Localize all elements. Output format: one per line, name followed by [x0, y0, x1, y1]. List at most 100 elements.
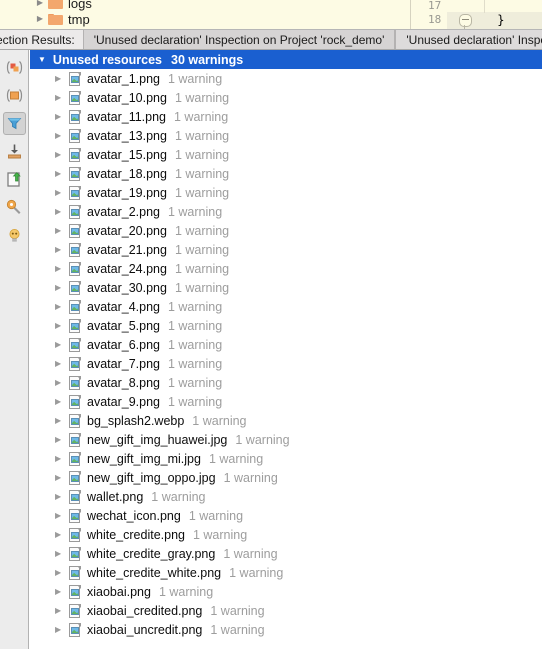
chevron-down-icon[interactable]: ▼	[38, 55, 46, 64]
image-file-icon	[68, 71, 81, 86]
chevron-right-icon[interactable]: ▶	[55, 321, 68, 330]
chevron-right-icon[interactable]: ▶	[55, 416, 68, 425]
table-row[interactable]: ▶ avatar_10.png 1 warning	[30, 88, 542, 107]
file-name-label: avatar_4.png	[87, 299, 160, 314]
chevron-right-icon[interactable]: ▶	[55, 112, 68, 121]
inspection-results-panel: ▼ Unused resources 30 warnings ▶ avatar_1…	[30, 50, 542, 649]
file-name-label: avatar_20.png	[87, 223, 167, 238]
table-row[interactable]: ▶ avatar_2.png 1 warning	[30, 202, 542, 221]
image-file-icon	[68, 451, 81, 466]
file-name-label: avatar_9.png	[87, 394, 160, 409]
tab-inspection-rock-demo[interactable]: 'Unused declaration' Inspection on Proje…	[82, 30, 396, 49]
group-header-unused-resources[interactable]: ▼ Unused resources 30 warnings	[30, 50, 542, 69]
editor-pane[interactable]: 17 18 }	[410, 0, 542, 29]
table-row[interactable]: ▶ new_gift_img_oppo.jpg 1 warning	[30, 468, 542, 487]
chevron-right-icon[interactable]: ▶	[32, 0, 48, 7]
group-by-icon[interactable]	[3, 56, 26, 79]
table-row[interactable]: ▶ new_gift_img_huawei.jpg 1 warning	[30, 430, 542, 449]
table-row[interactable]: ▶ wechat_icon.png 1 warning	[30, 506, 542, 525]
chevron-right-icon[interactable]: ▶	[55, 625, 68, 634]
chevron-right-icon[interactable]: ▶	[55, 264, 68, 273]
table-row[interactable]: ▶ avatar_20.png 1 warning	[30, 221, 542, 240]
warning-count-label: 1 warning	[174, 223, 230, 238]
chevron-right-icon[interactable]: ▶	[55, 150, 68, 159]
warning-count-label: 1 warning	[174, 166, 230, 181]
file-name-label: avatar_11.png	[87, 109, 166, 124]
warning-count-label: 1 warning	[167, 204, 223, 219]
image-file-icon	[68, 584, 81, 599]
table-row[interactable]: ▶ xiaobai_uncredit.png 1 warning	[30, 620, 542, 639]
chevron-right-icon[interactable]: ▶	[55, 93, 68, 102]
table-row[interactable]: ▶ avatar_15.png 1 warning	[30, 145, 542, 164]
table-row[interactable]: ▶ new_gift_img_mi.jpg 1 warning	[30, 449, 542, 468]
chevron-right-icon[interactable]: ▶	[55, 454, 68, 463]
table-row[interactable]: ▶ xiaobai.png 1 warning	[30, 582, 542, 601]
file-name-label: avatar_5.png	[87, 318, 160, 333]
chevron-right-icon[interactable]: ▶	[55, 492, 68, 501]
chevron-right-icon[interactable]: ▶	[55, 378, 68, 387]
table-row[interactable]: ▶ avatar_11.png 1 warning	[30, 107, 542, 126]
table-row[interactable]: ▶ xiaobai_credited.png 1 warning	[30, 601, 542, 620]
export-icon[interactable]	[3, 140, 26, 163]
table-row[interactable]: ▶ avatar_4.png 1 warning	[30, 297, 542, 316]
chevron-right-icon[interactable]: ▶	[55, 169, 68, 178]
open-in-editor-icon[interactable]	[3, 168, 26, 191]
warning-count-label: 1 warning	[174, 90, 230, 105]
table-row[interactable]: ▶ avatar_8.png 1 warning	[30, 373, 542, 392]
table-row[interactable]: ▶ white_credite_white.png 1 warning	[30, 563, 542, 582]
table-row[interactable]: ▶ avatar_7.png 1 warning	[30, 354, 542, 373]
warning-count-label: 1 warning	[158, 584, 214, 599]
table-row[interactable]: ▶ avatar_6.png 1 warning	[30, 335, 542, 354]
code-fold-icon[interactable]	[459, 14, 473, 27]
chevron-right-icon[interactable]: ▶	[55, 568, 68, 577]
chevron-right-icon[interactable]: ▶	[55, 188, 68, 197]
table-row[interactable]: ▶ avatar_18.png 1 warning	[30, 164, 542, 183]
warning-count-label: 1 warning	[151, 489, 206, 504]
chevron-right-icon[interactable]: ▶	[55, 473, 68, 482]
chevron-right-icon[interactable]: ▶	[55, 435, 68, 444]
chevron-right-icon[interactable]: ▶	[55, 226, 68, 235]
table-row[interactable]: ▶ white_credite.png 1 warning	[30, 525, 542, 544]
chevron-right-icon[interactable]: ▶	[55, 340, 68, 349]
chevron-right-icon[interactable]: ▶	[55, 283, 68, 292]
chevron-right-icon[interactable]: ▶	[55, 359, 68, 368]
file-name-label: xiaobai_credited.png	[87, 603, 203, 618]
chevron-right-icon[interactable]: ▶	[55, 131, 68, 140]
table-row[interactable]: ▶ bg_splash2.webp 1 warning	[30, 411, 542, 430]
tree-row-tmp[interactable]: ▶ tmp	[0, 10, 90, 28]
warning-count-label: 1 warning	[167, 356, 223, 371]
image-file-icon	[68, 603, 81, 618]
chevron-right-icon[interactable]: ▶	[55, 606, 68, 615]
file-name-label: wallet.png	[87, 489, 144, 504]
file-name-label: avatar_24.png	[87, 261, 167, 276]
chevron-right-icon[interactable]: ▶	[55, 207, 68, 216]
settings-wrench-icon[interactable]	[3, 196, 26, 219]
collapse-all-icon[interactable]	[3, 84, 26, 107]
table-row[interactable]: ▶ avatar_19.png 1 warning	[30, 183, 542, 202]
table-row[interactable]: ▶ avatar_30.png 1 warning	[30, 278, 542, 297]
chevron-right-icon[interactable]: ▶	[55, 587, 68, 596]
filter-icon[interactable]	[3, 112, 26, 135]
table-row[interactable]: ▶ white_credite_gray.png 1 warning	[30, 544, 542, 563]
table-row[interactable]: ▶ avatar_21.png 1 warning	[30, 240, 542, 259]
folder-icon	[48, 0, 63, 9]
table-row[interactable]: ▶ avatar_24.png 1 warning	[30, 259, 542, 278]
table-row[interactable]: ▶ avatar_1.png 1 warning	[30, 69, 542, 88]
warning-count-label: 1 warning	[192, 413, 247, 428]
table-row[interactable]: ▶ avatar_13.png 1 warning	[30, 126, 542, 145]
lightbulb-icon[interactable]	[3, 224, 26, 247]
chevron-right-icon[interactable]: ▶	[55, 397, 68, 406]
table-row[interactable]: ▶ avatar_9.png 1 warning	[30, 392, 542, 411]
chevron-right-icon[interactable]: ▶	[55, 74, 68, 83]
tab-inspection-secondary[interactable]: 'Unused declaration' Inspection	[395, 30, 542, 49]
chevron-right-icon[interactable]: ▶	[32, 15, 48, 23]
chevron-right-icon[interactable]: ▶	[55, 302, 68, 311]
chevron-right-icon[interactable]: ▶	[55, 530, 68, 539]
table-row[interactable]: ▶ avatar_5.png 1 warning	[30, 316, 542, 335]
table-row[interactable]: ▶ wallet.png 1 warning	[30, 487, 542, 506]
line-number: 17	[427, 0, 442, 12]
chevron-right-icon[interactable]: ▶	[55, 245, 68, 254]
tree-item-label: tmp	[68, 11, 90, 27]
chevron-right-icon[interactable]: ▶	[55, 511, 68, 520]
chevron-right-icon[interactable]: ▶	[55, 549, 68, 558]
